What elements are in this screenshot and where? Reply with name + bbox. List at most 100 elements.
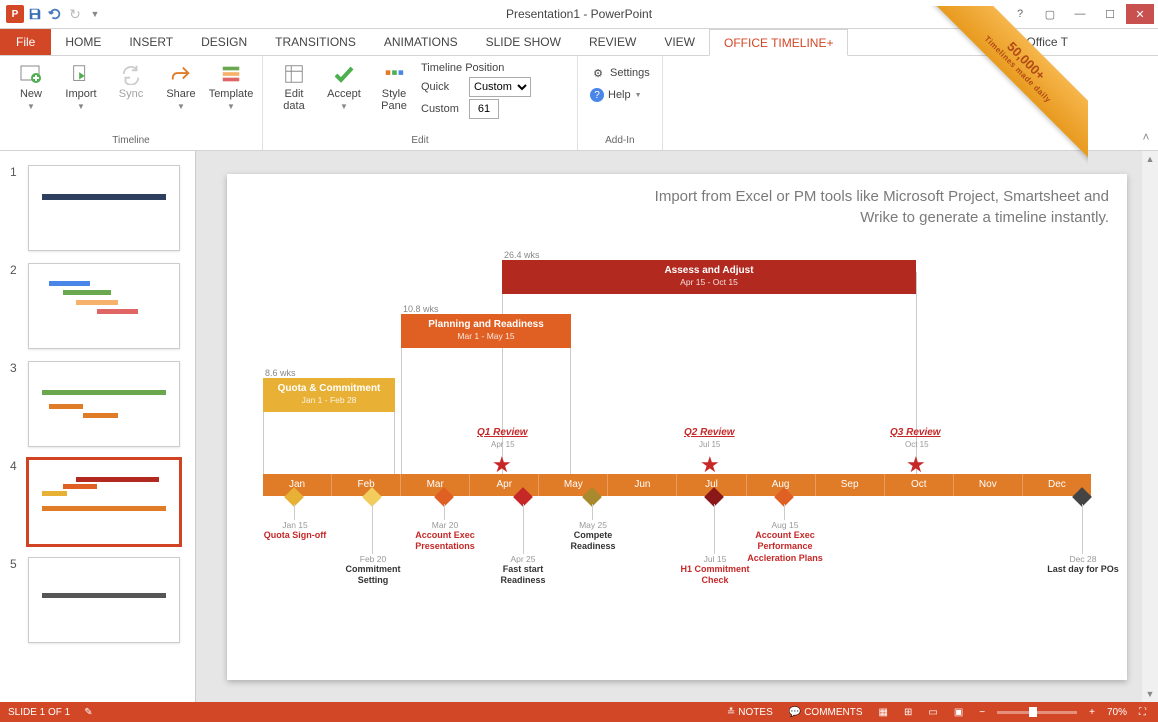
tab-animations[interactable]: Animations	[370, 28, 472, 55]
redo-icon[interactable]: ↻	[66, 5, 84, 23]
ribbon-display-icon[interactable]: ▢	[1036, 4, 1064, 24]
quick-access-toolbar: P ↻ ▼	[0, 5, 104, 23]
window-controls: ? ▢ — ☐ ✕	[1006, 4, 1158, 24]
slide-thumb-1[interactable]	[28, 165, 180, 251]
help-icon[interactable]: ?	[1006, 4, 1034, 24]
template-label: Template	[209, 88, 254, 100]
ribbon-group-edit: Edit data Accept ▼ Style Pane Timeline P…	[263, 56, 578, 150]
zoom-slider[interactable]	[997, 711, 1077, 714]
accept-button[interactable]: Accept ▼	[321, 60, 367, 113]
tab-view[interactable]: View	[650, 28, 709, 55]
minimize-icon[interactable]: —	[1066, 4, 1094, 24]
thumb-num: 2	[10, 263, 22, 277]
tab-transitions[interactable]: Transitions	[261, 28, 370, 55]
gear-icon: ⚙	[590, 65, 606, 81]
view-reading-icon[interactable]: ▭	[924, 707, 941, 718]
import-button[interactable]: Import ▼	[58, 60, 104, 113]
ms-7: Aug 15Account Exec Performance Acclerati…	[743, 520, 827, 564]
slide-panel[interactable]: 1 2 3 4 5	[0, 151, 196, 702]
save-icon[interactable]	[26, 5, 44, 23]
tab-right-cut[interactable]: Office T	[1026, 28, 1158, 55]
axis-month: Oct	[885, 474, 954, 496]
ms-4: Apr 25Fast start Readiness	[487, 554, 559, 587]
quick-select[interactable]: Custom	[469, 77, 531, 97]
tab-file[interactable]: File	[0, 28, 51, 55]
help-button[interactable]: ? Help ▼	[586, 84, 654, 106]
ms-line	[372, 504, 373, 554]
slide-thumb-2[interactable]	[28, 263, 180, 349]
scroll-up-icon[interactable]: ▲	[1142, 151, 1158, 167]
template-button[interactable]: Template ▼	[208, 60, 254, 113]
tab-review[interactable]: Review	[575, 28, 650, 55]
ms-1: Jan 15Quota Sign-off	[259, 520, 331, 542]
task-assess[interactable]: Assess and Adjust Apr 15 - Oct 15	[502, 260, 916, 294]
fit-icon[interactable]: ⛶	[1135, 707, 1150, 718]
import-text: Import from Excel or PM tools like Micro…	[639, 186, 1109, 230]
task-planning[interactable]: Planning and Readiness Mar 1 - May 15	[401, 314, 571, 348]
dur-quota: 8.6 wks	[265, 368, 296, 378]
ms-line	[444, 504, 445, 520]
thumb-num: 5	[10, 557, 22, 571]
view-slideshow-icon[interactable]: ▣	[950, 707, 967, 718]
zoom-value: 70%	[1107, 707, 1127, 718]
task-quota-title: Quota & Commitment	[278, 383, 381, 394]
share-button[interactable]: Share ▼	[158, 60, 204, 113]
import-label: Import	[65, 88, 96, 100]
maximize-icon[interactable]: ☐	[1096, 4, 1124, 24]
close-icon[interactable]: ✕	[1126, 4, 1154, 24]
notes-button[interactable]: ≛ NOTES	[723, 707, 777, 718]
axis-month: Mar	[401, 474, 470, 496]
edit-data-button[interactable]: Edit data	[271, 60, 317, 114]
ms-3: Mar 20Account Exec Presentations	[407, 520, 483, 553]
ms-6: Jul 15H1 Commitment Check	[677, 554, 753, 587]
task-quota[interactable]: Quota & Commitment Jan 1 - Feb 28	[263, 378, 395, 412]
settings-button[interactable]: ⚙ Settings	[586, 62, 654, 84]
tab-design[interactable]: Design	[187, 28, 261, 55]
collapse-ribbon-icon[interactable]: ˄	[1134, 56, 1158, 150]
tab-office-timeline[interactable]: Office Timeline+	[709, 29, 848, 56]
tab-home[interactable]: Home	[51, 28, 115, 55]
slide-canvas[interactable]: Import from Excel or PM tools like Micro…	[227, 174, 1127, 680]
comments-button[interactable]: 💬 COMMENTS	[785, 707, 867, 718]
timeline-axis: Jan Feb Mar Apr May Jun Jul Aug Sep Oct …	[263, 474, 1091, 496]
settings-label: Settings	[610, 67, 650, 79]
scroll-down-icon[interactable]: ▼	[1142, 686, 1158, 702]
spell-check-icon[interactable]: ✎	[84, 707, 92, 718]
help-icon: ?	[590, 88, 604, 102]
accept-label: Accept	[327, 88, 361, 100]
new-label: New	[20, 88, 42, 100]
q1-review-date: Apr 15	[491, 440, 515, 449]
tab-slide-show[interactable]: Slide Show	[472, 28, 575, 55]
group-addin-label: Add-In	[586, 135, 654, 148]
vertical-scrollbar[interactable]: ▲ ▼	[1142, 151, 1158, 702]
sync-button[interactable]: Sync	[108, 60, 154, 102]
ms-line	[294, 504, 295, 520]
q2-review-date: Jul 15	[699, 440, 720, 449]
ms-8: Dec 28Last day for POs	[1047, 554, 1119, 576]
ribbon-group-timeline: New ▼ Import ▼ Sync Share ▼ Template ▼	[0, 56, 263, 150]
q2-review-label: Q2 Review	[684, 427, 735, 438]
ms-line	[592, 504, 593, 520]
thumb-num: 1	[10, 165, 22, 179]
new-button[interactable]: New ▼	[8, 60, 54, 113]
slide-thumb-3[interactable]	[28, 361, 180, 447]
tab-insert[interactable]: Insert	[115, 28, 187, 55]
zoom-out-icon[interactable]: −	[975, 707, 989, 718]
style-pane-button[interactable]: Style Pane	[371, 60, 417, 114]
slide-thumb-4[interactable]	[28, 459, 180, 545]
custom-label: Custom	[421, 103, 465, 115]
zoom-in-icon[interactable]: +	[1085, 707, 1099, 718]
edit-data-label: Edit data	[283, 88, 304, 112]
view-normal-icon[interactable]: ▦	[875, 707, 892, 718]
ms-line	[714, 504, 715, 554]
share-label: Share	[166, 88, 195, 100]
help-label: Help	[608, 89, 631, 101]
axis-month: Nov	[954, 474, 1023, 496]
ms-5: May 25Compete Readiness	[557, 520, 629, 553]
view-sorter-icon[interactable]: ⊞	[900, 707, 916, 718]
qat-dropdown-icon[interactable]: ▼	[86, 5, 104, 23]
undo-icon[interactable]	[46, 5, 64, 23]
task-line	[570, 332, 571, 474]
custom-input[interactable]	[469, 99, 499, 119]
slide-thumb-5[interactable]	[28, 557, 180, 643]
